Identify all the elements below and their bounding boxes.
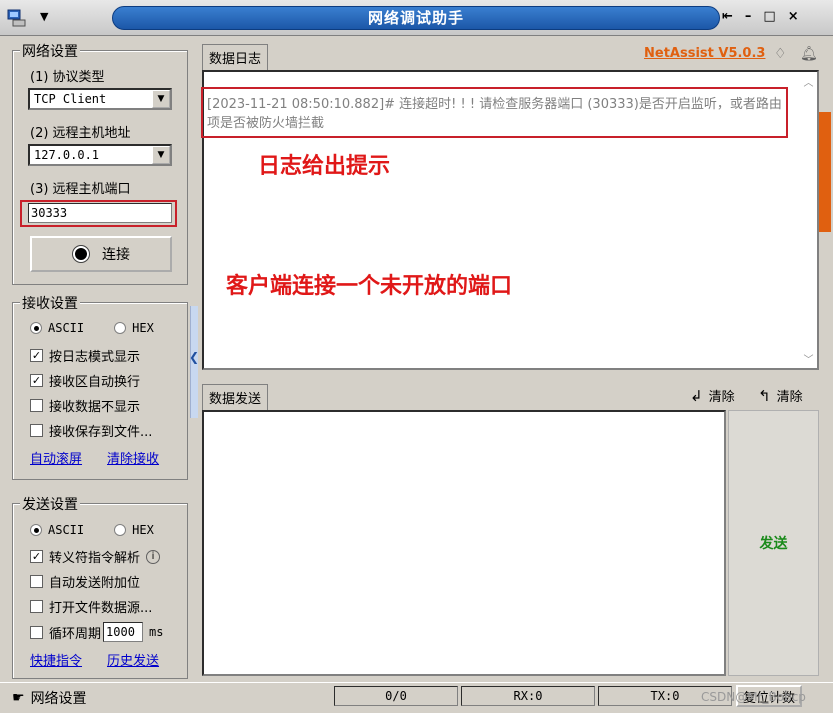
clear-send-button-1[interactable]: ↲ 清除 — [690, 386, 735, 406]
send-encoding-row: ASCII HEX — [30, 523, 154, 537]
receive-option-row[interactable]: 接收数据不显示 — [30, 396, 140, 415]
pin-icon[interactable]: ⇤ — [722, 9, 733, 24]
host-value: 127.0.0.1 — [34, 148, 100, 162]
clear-label-2: 清除 — [776, 390, 803, 405]
network-settings-title: 网络设置 — [20, 41, 80, 61]
shortcut-commands-link[interactable]: 快捷指令 — [30, 650, 82, 669]
minimize-button[interactable]: – — [745, 9, 752, 24]
send-option-label: 自动发送附加位 — [49, 576, 141, 591]
maximize-button[interactable]: □ — [763, 9, 775, 24]
status-counter: 0/0 — [334, 686, 458, 706]
send-settings-title: 发送设置 — [20, 494, 80, 514]
watermark: CSDN@Mr_Bobcp — [701, 690, 806, 704]
checkbox-icon[interactable] — [30, 424, 43, 437]
checkbox-icon[interactable] — [30, 625, 43, 639]
app-icon[interactable] — [6, 8, 28, 28]
clear-receive-link[interactable]: 清除接收 — [107, 448, 159, 467]
send-button[interactable]: 发送 — [728, 410, 819, 676]
receive-option-row[interactable]: ✓ 按日志模式显示 — [30, 346, 140, 365]
checkbox-icon[interactable] — [30, 575, 43, 588]
receive-hex-label: HEX — [132, 321, 154, 335]
auto-scroll-link[interactable]: 自动滚屏 — [30, 448, 82, 467]
send-option-row[interactable]: 自动发送附加位 — [30, 572, 140, 591]
checkbox-icon[interactable]: ✓ — [30, 550, 43, 563]
receive-option-row[interactable]: ✓ 接收区自动换行 — [30, 371, 140, 390]
window-title: 网络调试助手 — [367, 9, 464, 27]
send-hex-radio[interactable] — [114, 524, 127, 536]
send-ascii-radio[interactable] — [30, 524, 42, 536]
chevron-down-icon[interactable]: ▼ — [152, 90, 170, 108]
receive-option-label: 按日志模式显示 — [49, 350, 141, 365]
tab-data-send[interactable]: 数据发送 — [202, 384, 269, 410]
host-select[interactable]: 127.0.0.1 ▼ — [28, 144, 172, 166]
brand-link[interactable]: NetAssist V5.0.3 — [644, 46, 765, 61]
status-label: 网络设置 — [30, 691, 87, 707]
annotation-log-hint: 日志给出提示 — [258, 154, 391, 179]
send-hex-label: HEX — [132, 523, 154, 537]
tab-data-log[interactable]: 数据日志 — [202, 44, 269, 70]
receive-option-row[interactable]: 接收保存到文件... — [30, 421, 152, 440]
checkbox-icon[interactable]: ✓ — [30, 374, 43, 387]
receive-settings-title: 接收设置 — [20, 293, 80, 313]
send-textarea[interactable] — [202, 410, 726, 676]
chevron-down-icon[interactable]: ▼ — [152, 146, 170, 164]
collapse-left-icon[interactable]: ❮ — [189, 350, 199, 364]
status-rx: RX:0 — [461, 686, 595, 706]
edge-accent-bar — [819, 112, 831, 232]
arrow-turn-up-icon: ↰ — [758, 386, 771, 405]
loop-unit: ms — [149, 625, 164, 639]
receive-hex-radio[interactable] — [114, 322, 127, 334]
send-option-label: 打开文件数据源... — [49, 601, 153, 616]
send-button-label: 发送 — [759, 536, 788, 552]
send-ascii-label: ASCII — [48, 523, 85, 537]
checkbox-icon[interactable] — [30, 600, 43, 613]
bell-icon[interactable]: 🔔︎ — [800, 46, 818, 62]
scroll-down-icon[interactable]: ﹀ — [800, 351, 817, 366]
protocol-select[interactable]: TCP Client ▼ — [28, 88, 172, 110]
send-option-row[interactable]: ✓ 转义符指令解析 i — [30, 547, 161, 566]
clear-label-1: 清除 — [708, 390, 735, 405]
annotation-client-note: 客户端连接一个未开放的端口 — [226, 274, 513, 299]
loop-interval-input[interactable]: 1000 — [103, 622, 144, 642]
host-label: (2) 远程主机地址 — [30, 126, 131, 141]
protocol-label: (1) 协议类型 — [30, 70, 105, 85]
history-send-link[interactable]: 历史发送 — [107, 650, 159, 669]
hand-point-icon: ☛ — [12, 690, 25, 706]
protocol-value: TCP Client — [34, 92, 107, 106]
log-entry: [2023-11-21 08:50:10.882]# 连接超时! ! ! 请检查… — [207, 97, 782, 131]
receive-ascii-label: ASCII — [48, 321, 85, 335]
receive-option-label: 接收数据不显示 — [49, 400, 141, 415]
loop-row: 循环周期 1000 ms — [30, 622, 163, 642]
receive-option-label: 接收区自动换行 — [49, 375, 141, 390]
send-option-label: 转义符指令解析 — [49, 551, 141, 566]
port-label: (3) 远程主机端口 — [30, 182, 131, 197]
log-scrollbar[interactable]: ︿ ﹀ — [800, 72, 817, 368]
system-menu-dropdown-icon[interactable]: ▼ — [40, 10, 48, 23]
receive-ascii-radio[interactable] — [30, 322, 42, 334]
connect-button[interactable]: 连接 — [30, 236, 172, 272]
checkbox-icon[interactable] — [30, 399, 43, 412]
window-controls: ⇤ – □ × — [722, 9, 799, 24]
loop-label: 循环周期 — [49, 626, 102, 642]
record-icon — [72, 245, 90, 263]
send-option-row[interactable]: 打开文件数据源... — [30, 597, 152, 616]
info-icon[interactable]: i — [146, 549, 161, 564]
connect-label: 连接 — [102, 247, 130, 263]
scroll-up-icon[interactable]: ︿ — [800, 74, 817, 89]
clear-send-button-2[interactable]: ↰ 清除 — [758, 386, 803, 406]
arrow-turn-down-icon: ↲ — [690, 386, 703, 405]
port-input[interactable]: 30333 — [28, 203, 172, 223]
receive-encoding-row: ASCII HEX — [30, 321, 154, 335]
status-network-settings[interactable]: ☛ 网络设置 — [12, 688, 87, 708]
checkbox-icon[interactable]: ✓ — [30, 349, 43, 362]
receive-option-label: 接收保存到文件... — [49, 425, 153, 440]
diamond-icon[interactable]: ♢ — [774, 46, 787, 62]
close-button[interactable]: × — [788, 9, 799, 24]
